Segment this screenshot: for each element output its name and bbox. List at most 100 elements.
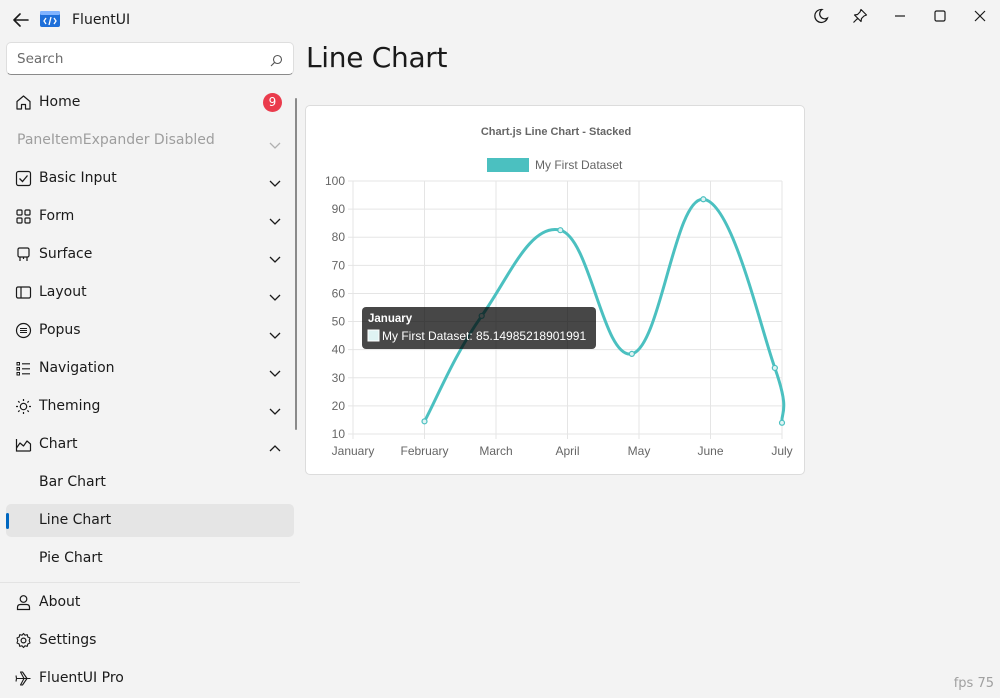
sidebar-item-layout[interactable]: Layout — [6, 276, 294, 309]
sun-icon — [15, 398, 32, 415]
x-tick-label: June — [697, 444, 723, 458]
x-tick-label: February — [400, 444, 448, 458]
sidebar-item-label: Layout — [39, 284, 87, 300]
sidebar-item-fluentui-pro[interactable]: FluentUI Pro — [6, 662, 294, 695]
sidebar-item-popus[interactable]: Popus — [6, 314, 294, 347]
y-tick-label: 20 — [332, 399, 346, 413]
sidebar-item-settings[interactable]: Settings — [6, 624, 294, 657]
y-tick-label: 30 — [332, 371, 346, 385]
data-point — [557, 227, 564, 234]
sidebar-item-label: Pie Chart — [39, 550, 103, 566]
search-box[interactable] — [6, 42, 294, 75]
sidebar-item-line-chart[interactable]: Line Chart — [6, 504, 294, 537]
y-axis-ticks: 10 20 30 40 50 60 70 80 90 100 — [325, 174, 345, 441]
search-icon[interactable] — [270, 52, 283, 71]
person-icon — [15, 594, 32, 611]
chevron-down-icon — [268, 401, 282, 415]
data-point — [778, 419, 786, 426]
sidebar-item-label: About — [39, 594, 81, 610]
legend-label[interactable]: My First Dataset — [535, 158, 623, 172]
x-tick-label: July — [771, 444, 792, 458]
app-logo-icon — [40, 11, 60, 27]
chevron-up-icon — [268, 439, 282, 452]
sidebar-item-label: PaneItemExpander Disabled — [17, 132, 215, 148]
y-tick-label: 40 — [332, 343, 346, 357]
x-tick-label: January — [332, 444, 375, 458]
chevron-down-icon — [268, 249, 282, 263]
search-input[interactable] — [17, 49, 257, 69]
sidebar-item-label: Basic Input — [39, 170, 117, 186]
sidebar-divider — [0, 582, 300, 583]
sidebar-item-theming[interactable]: Theming — [6, 390, 294, 423]
y-tick-label: 90 — [332, 202, 346, 216]
close-icon[interactable] — [965, 5, 995, 27]
chevron-down-icon — [268, 325, 282, 339]
selection-indicator — [6, 513, 9, 529]
plane-icon — [15, 670, 32, 687]
x-tick-label: May — [628, 444, 651, 458]
sidebar-item-surface[interactable]: Surface — [6, 238, 294, 271]
y-tick-label: 60 — [332, 286, 346, 300]
tooltip-text: My First Dataset: 85.14985218901991 — [382, 329, 586, 343]
y-tick-label: 100 — [325, 174, 345, 188]
sidebar-item-basic-input[interactable]: Basic Input — [6, 162, 294, 195]
back-icon[interactable] — [10, 9, 32, 31]
checkbox-icon — [15, 170, 32, 187]
sidebar-item-label: Line Chart — [39, 512, 112, 528]
x-axis-ticks: January February March April May June July — [332, 444, 793, 458]
sidebar-item-label: Home — [39, 94, 81, 110]
sidebar-item-about[interactable]: About — [6, 586, 294, 619]
line-chart[interactable]: Chart.js Line Chart - Stacked My First D… — [306, 106, 806, 476]
y-tick-label: 80 — [332, 230, 346, 244]
minimize-icon[interactable] — [885, 5, 915, 27]
chevron-down-icon — [268, 363, 282, 377]
dark-mode-icon[interactable] — [806, 5, 836, 27]
chart-icon — [15, 436, 32, 453]
chevron-down-icon — [268, 173, 282, 187]
x-tick-label: March — [479, 444, 512, 458]
sidebar-item-navigation[interactable]: Navigation — [6, 352, 294, 385]
gear-icon — [15, 632, 32, 649]
chevron-down-icon — [268, 135, 282, 149]
sidebar-scrollbar[interactable] — [295, 98, 297, 430]
legend-swatch[interactable] — [487, 158, 529, 172]
sidebar-item-label: FluentUI Pro — [39, 670, 124, 686]
tooltip-swatch — [367, 329, 380, 342]
data-point — [421, 418, 428, 425]
sidebar-item-label: Theming — [39, 398, 101, 414]
home-icon — [15, 94, 32, 111]
sidebar-item-label: Popus — [39, 322, 81, 338]
sidebar-item-label: Navigation — [39, 360, 115, 376]
notification-badge: 9 — [263, 93, 282, 112]
surface-icon — [15, 246, 32, 263]
chart-card: Chart.js Line Chart - Stacked My First D… — [305, 105, 805, 475]
chevron-down-icon — [268, 211, 282, 225]
sidebar-item-label: Chart — [39, 436, 78, 452]
data-point — [628, 350, 635, 357]
sidebar-item-chart[interactable]: Chart — [6, 428, 294, 461]
y-tick-label: 50 — [332, 315, 346, 329]
sidebar-item-form[interactable]: Form — [6, 200, 294, 233]
sidebar-item-paneitemexpander-disabled: PaneItemExpander Disabled — [6, 124, 294, 157]
x-tick-label: April — [555, 444, 579, 458]
chart-title: Chart.js Line Chart - Stacked — [481, 126, 631, 138]
pin-icon[interactable] — [845, 5, 875, 27]
sidebar-item-label: Form — [39, 208, 75, 224]
fps-counter: fps 75 — [953, 676, 994, 691]
grid-icon — [15, 208, 32, 225]
data-point — [700, 196, 707, 203]
app-title: FluentUI — [72, 12, 131, 28]
sidebar-item-label: Bar Chart — [39, 474, 106, 490]
tooltip-title: January — [368, 313, 413, 325]
sidebar-item-pie-chart[interactable]: Pie Chart — [6, 542, 294, 575]
sidebar-item-bar-chart[interactable]: Bar Chart — [6, 466, 294, 499]
title-bar: FluentUI — [0, 0, 1000, 40]
maximize-icon[interactable] — [925, 5, 955, 27]
y-tick-label: 70 — [332, 258, 346, 272]
list-icon — [15, 360, 32, 377]
data-point — [771, 364, 778, 372]
page-title: Line Chart — [306, 41, 448, 74]
popup-icon — [15, 322, 32, 339]
chart-tooltip: January My First Dataset: 85.14985218901… — [362, 307, 596, 349]
sidebar-item-home[interactable]: Home 9 — [6, 86, 294, 119]
